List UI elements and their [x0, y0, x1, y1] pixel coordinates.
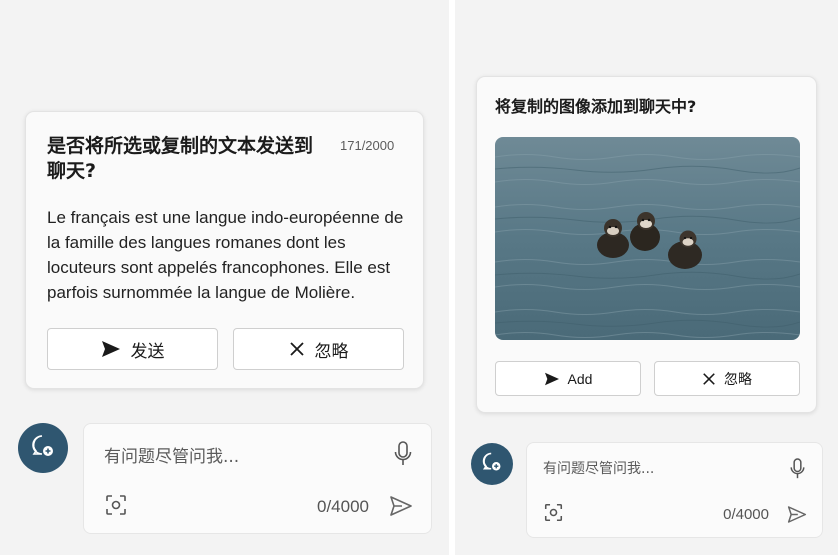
close-icon — [289, 341, 305, 357]
send-text-card: 是否将所选或复制的文本发送到聊天? 171/2000 Le français e… — [25, 111, 424, 389]
input-char-count: 0/4000 — [723, 506, 769, 523]
send-message-icon[interactable] — [787, 505, 807, 528]
ignore-button[interactable]: 忽略 — [654, 361, 800, 396]
left-pane: 是否将所选或复制的文本发送到聊天? 171/2000 Le français e… — [0, 0, 449, 555]
new-chat-icon — [30, 433, 56, 463]
right-pane: 将复制的图像添加到聊天中? Add 忽略 有问题尽管问我... 0/4000 — [455, 0, 838, 555]
card-title: 是否将所选或复制的文本发送到聊天? — [47, 135, 314, 182]
new-chat-button[interactable] — [18, 423, 68, 473]
card-title: 将复制的图像添加到聊天中? — [495, 97, 697, 116]
new-chat-icon — [481, 451, 503, 477]
message-input[interactable]: 有问题尽管问我... — [543, 458, 654, 478]
microphone-icon[interactable] — [790, 458, 805, 484]
screenshot-capture-icon[interactable] — [105, 494, 127, 520]
new-chat-button[interactable] — [471, 443, 513, 485]
close-icon — [702, 372, 716, 386]
add-button[interactable]: Add — [495, 361, 641, 396]
copied-text: Le français est une langue indo-européen… — [47, 208, 404, 302]
send-message-icon[interactable] — [389, 495, 413, 521]
copied-image — [495, 137, 800, 340]
paper-plane-icon — [101, 340, 121, 358]
ignore-button-label: 忽略 — [314, 341, 349, 362]
add-image-card: 将复制的图像添加到聊天中? Add 忽略 — [476, 76, 817, 413]
chat-composer[interactable]: 有问题尽管问我... 0/4000 — [83, 423, 432, 534]
paper-plane-icon — [544, 372, 560, 386]
send-button[interactable]: 发送 — [47, 328, 218, 370]
input-char-count: 0/4000 — [317, 497, 369, 516]
message-input[interactable]: 有问题尽管问我... — [104, 442, 239, 467]
send-button-label: 发送 — [130, 341, 165, 362]
chat-composer[interactable]: 有问题尽管问我... 0/4000 — [526, 442, 823, 538]
screenshot-capture-icon[interactable] — [544, 503, 563, 526]
ignore-button[interactable]: 忽略 — [233, 328, 404, 370]
add-button-label: Add — [567, 370, 593, 387]
ignore-button-label: 忽略 — [724, 370, 752, 387]
char-counter: 171/2000 — [340, 138, 395, 153]
microphone-icon[interactable] — [394, 441, 412, 471]
